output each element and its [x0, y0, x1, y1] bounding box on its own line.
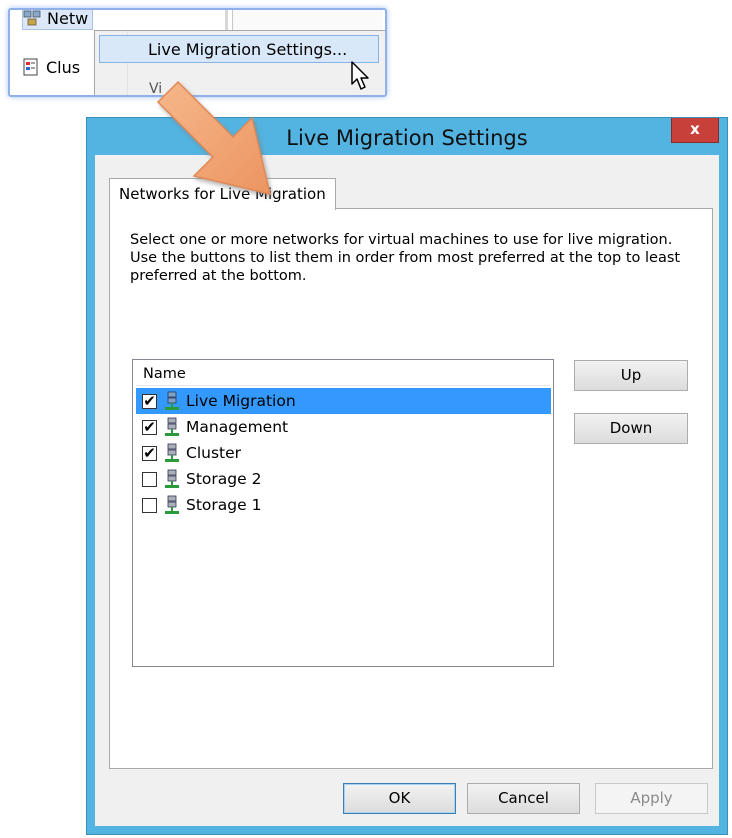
network-icon [162, 469, 182, 489]
cluster-events-icon [22, 58, 40, 76]
tree-item-label: Netw [47, 8, 89, 28]
apply-button[interactable]: Apply [595, 783, 708, 814]
networks-list[interactable]: Name ✔ Live Migration ✔ Management ✔ Clu… [132, 359, 554, 667]
column-header-name[interactable]: Name [136, 363, 550, 386]
network-icon [23, 10, 41, 27]
checkbox[interactable] [142, 497, 157, 513]
network-icon [162, 495, 182, 515]
pointer-arrow-icon [156, 80, 272, 196]
checkbox[interactable]: ✔ [142, 393, 157, 409]
tree-item-networks[interactable]: Netw [22, 8, 94, 30]
list-row-storage-1[interactable]: Storage 1 [136, 492, 551, 518]
dialog-client-area: Networks for Live Migration Select one o… [95, 155, 719, 826]
up-button[interactable]: Up [574, 360, 688, 391]
tab-panel: Select one or more networks for virtual … [109, 208, 713, 769]
mouse-cursor-icon [351, 61, 369, 90]
tree-item-label: Clus [46, 57, 81, 77]
network-icon [162, 391, 182, 411]
close-button[interactable]: x [671, 118, 719, 143]
checkbox[interactable]: ✔ [142, 419, 157, 435]
list-row-label: Storage 1 [186, 496, 262, 514]
down-button[interactable]: Down [574, 413, 688, 444]
tree-item-cluster-events[interactable]: Clus [22, 56, 80, 78]
ok-button[interactable]: OK [343, 783, 456, 814]
list-row-live-migration[interactable]: ✔ Live Migration [136, 388, 551, 414]
list-row-label: Management [186, 418, 289, 436]
description-text: Select one or more networks for virtual … [130, 232, 681, 284]
list-row-storage-2[interactable]: Storage 2 [136, 466, 551, 492]
checkbox[interactable] [142, 471, 157, 487]
list-row-management[interactable]: ✔ Management [136, 414, 551, 440]
list-row-label: Storage 2 [186, 470, 262, 488]
cancel-button[interactable]: Cancel [467, 783, 580, 814]
live-migration-settings-dialog: Live Migration Settings x Networks for L… [86, 117, 728, 835]
checkbox[interactable]: ✔ [142, 445, 157, 461]
list-row-label: Cluster [186, 444, 242, 462]
network-icon [162, 417, 182, 437]
list-row-label: Live Migration [186, 392, 296, 410]
list-row-cluster[interactable]: ✔ Cluster [136, 440, 551, 466]
network-icon [162, 443, 182, 463]
menu-item-live-migration-settings[interactable]: Live Migration Settings... [99, 35, 379, 63]
